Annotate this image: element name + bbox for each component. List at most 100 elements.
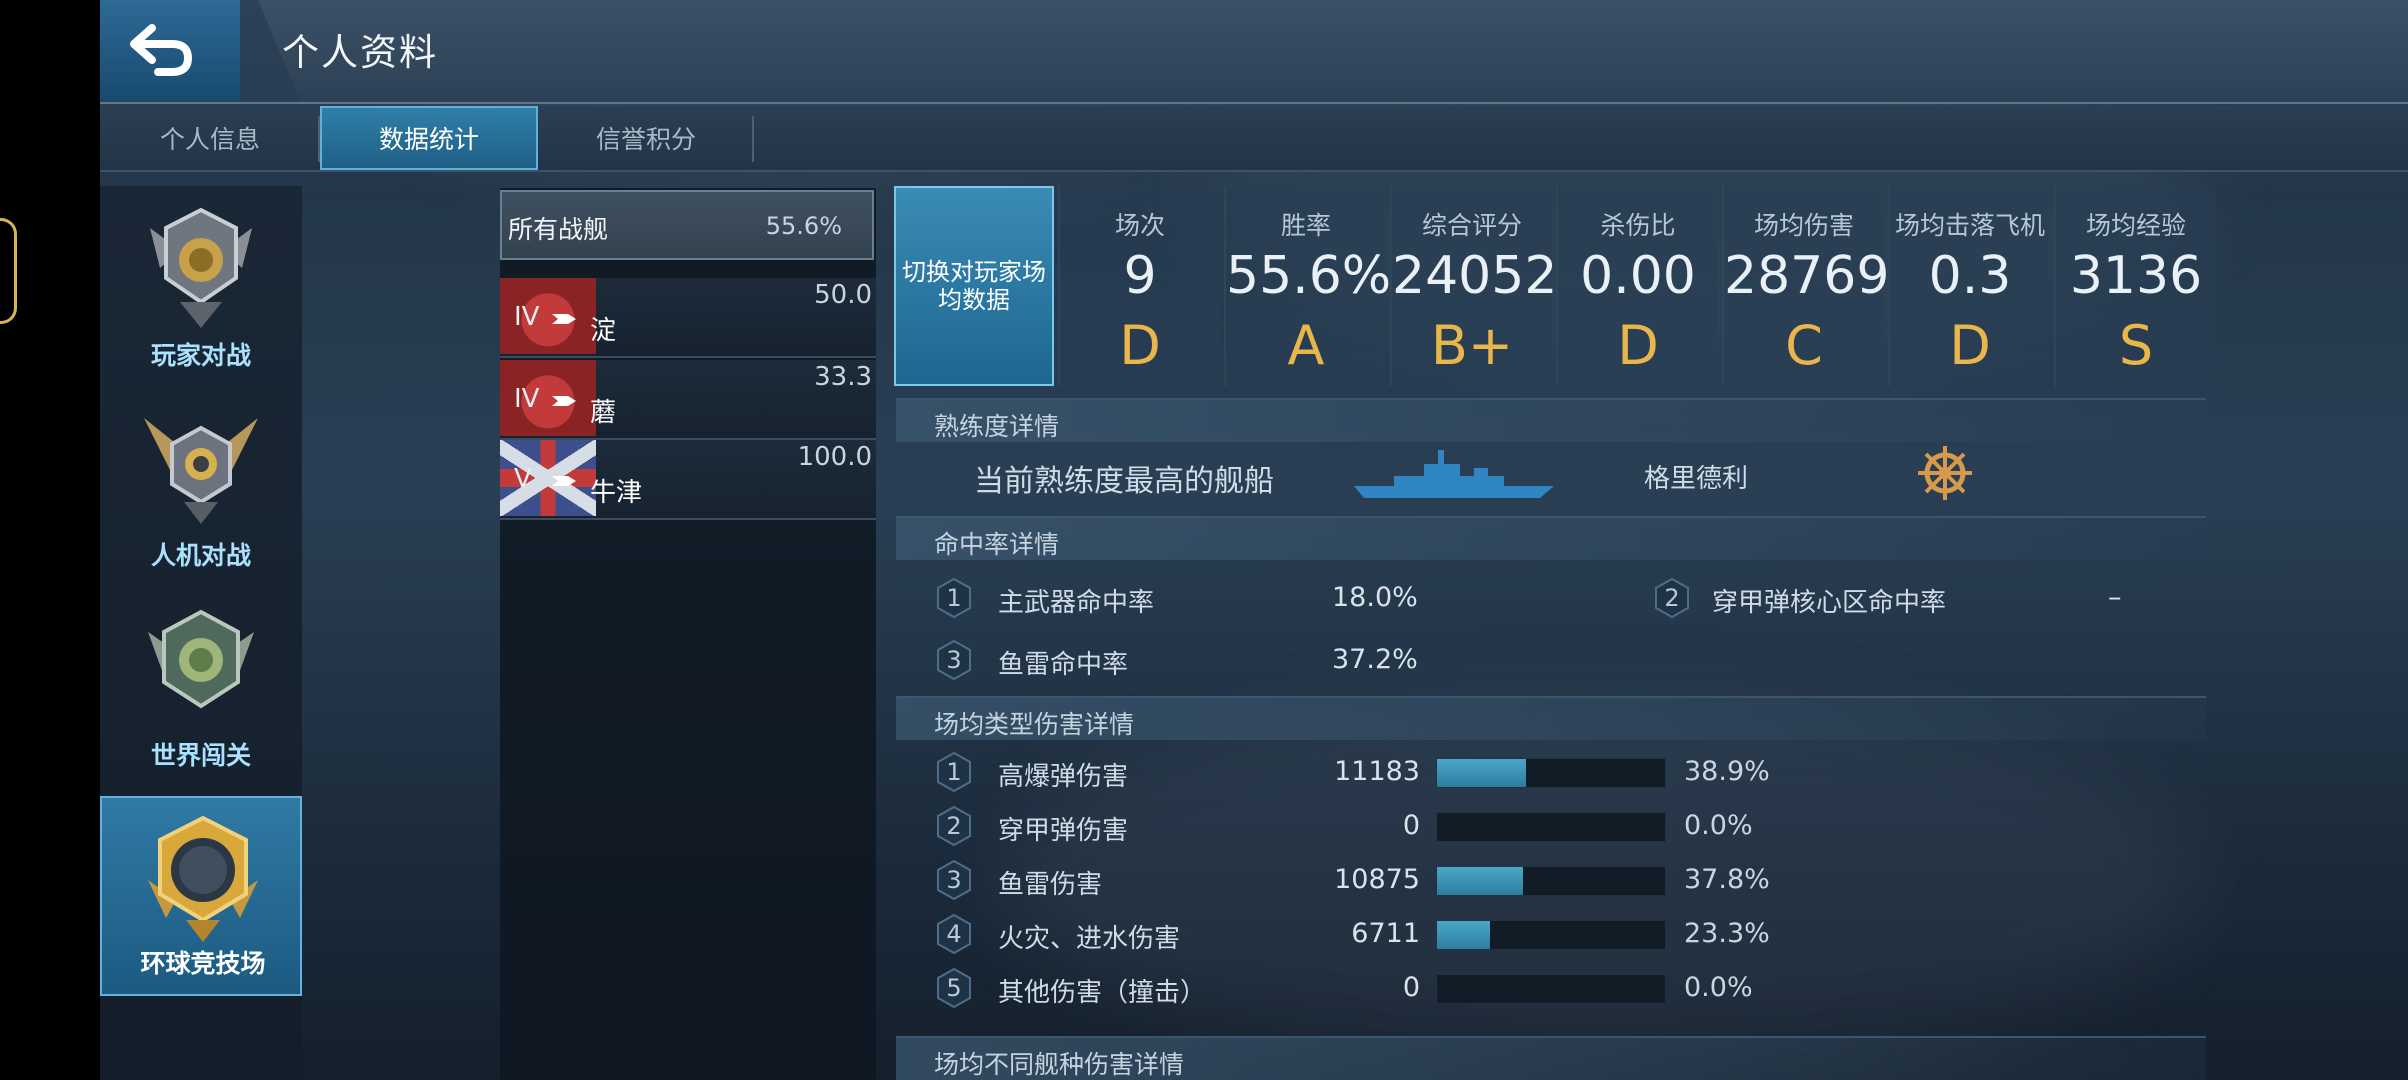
stat-grade: D bbox=[1949, 314, 1991, 377]
number-badge: 3 bbox=[936, 640, 972, 680]
ship-row[interactable]: IV 淀 50.0 bbox=[500, 278, 876, 358]
page-title: 个人资料 bbox=[282, 31, 438, 74]
destroyer-class-icon bbox=[552, 314, 576, 324]
badge-number: 3 bbox=[946, 646, 962, 674]
tab-reputation[interactable]: 信誉积分 bbox=[540, 106, 752, 170]
tab-bar: 个人信息 数据统计 信誉积分 bbox=[100, 106, 2408, 172]
damage-value: 0 bbox=[1402, 972, 1420, 1003]
damage-label: 火灾、进水伤害 bbox=[998, 924, 1181, 954]
accuracy-value: – bbox=[2108, 582, 2122, 613]
section-proficiency: 熟练度详情 bbox=[896, 398, 2206, 442]
mode-label: 世界闯关 bbox=[150, 741, 251, 770]
section-title: 命中率详情 bbox=[934, 530, 1060, 559]
all-ships-item[interactable]: 所有战舰 55.6% bbox=[500, 190, 874, 260]
tab-personal-info[interactable]: 个人信息 bbox=[100, 106, 320, 170]
global-arena-emblem-icon bbox=[148, 815, 258, 942]
proficiency-ship-name: 格里德利 bbox=[1644, 464, 1749, 494]
stat-value: 3136 bbox=[2069, 246, 2203, 306]
section-accuracy: 命中率详情 bbox=[896, 516, 2206, 560]
number-badge: 1 bbox=[936, 578, 972, 618]
damage-label: 穿甲弹伤害 bbox=[998, 816, 1129, 846]
stat-value: 0.3 bbox=[1928, 246, 2012, 306]
damage-bar-fill bbox=[1437, 759, 1526, 787]
stat-kd-ratio: 杀伤比 0.00 D bbox=[1556, 186, 1718, 386]
mode-label: 环球竞技场 bbox=[140, 949, 266, 978]
accuracy-value: 18.0% bbox=[1332, 582, 1418, 613]
accuracy-label: 穿甲弹核心区命中率 bbox=[1712, 588, 1947, 618]
section-ship-type-damage: 场均不同舰种伤害详情 bbox=[896, 1036, 2206, 1080]
mode-pvp[interactable]: 玩家对战 bbox=[100, 186, 302, 386]
ship-winrate: 33.3 bbox=[814, 362, 872, 392]
damage-bar bbox=[1436, 812, 1666, 842]
stat-battles: 场次 9 D bbox=[1058, 186, 1220, 386]
section-damage-types: 场均类型伤害详情 bbox=[896, 696, 2206, 740]
tab-label: 个人信息 bbox=[159, 125, 260, 154]
damage-bar-fill bbox=[1437, 921, 1490, 949]
damage-value: 6711 bbox=[1351, 918, 1420, 949]
stat-value: 28769 bbox=[1724, 246, 1890, 306]
mode-pve[interactable]: 人机对战 bbox=[100, 386, 302, 586]
damage-percent: 23.3% bbox=[1684, 918, 1770, 949]
mode-world[interactable]: 世界闯关 bbox=[100, 586, 302, 786]
stat-grade: S bbox=[2118, 314, 2154, 377]
destroyer-class-icon bbox=[552, 396, 576, 406]
tab-divider bbox=[752, 116, 754, 162]
ship-silhouette-icon bbox=[1354, 450, 1554, 498]
world-emblem-icon bbox=[148, 609, 254, 709]
section-title: 熟练度详情 bbox=[934, 412, 1060, 441]
top-bar: 个人资料 bbox=[100, 0, 2408, 104]
damage-bar-fill bbox=[1437, 867, 1523, 895]
ship-name: 蘑 bbox=[590, 398, 617, 428]
stat-avg-exp: 场均经验 3136 S bbox=[2054, 186, 2216, 386]
helm-icon bbox=[1918, 446, 1972, 500]
mode-sidebar: 玩家对战 人机对战 世界闯关 环球竞技场 bbox=[100, 186, 302, 1080]
damage-percent: 37.8% bbox=[1684, 864, 1770, 895]
damage-bar bbox=[1436, 866, 1666, 896]
switch-data-button[interactable]: 切换对玩家场均数据 bbox=[894, 186, 1054, 386]
damage-percent: 38.9% bbox=[1684, 756, 1770, 787]
number-badge: 4 bbox=[936, 914, 972, 954]
ship-winrate: 100.0 bbox=[797, 442, 872, 472]
destroyer-class-icon bbox=[552, 476, 576, 486]
stat-label: 杀伤比 bbox=[1600, 211, 1676, 240]
damage-bar bbox=[1436, 758, 1666, 788]
damage-percent: 0.0% bbox=[1684, 972, 1753, 1003]
screen-edge bbox=[0, 0, 100, 1080]
stat-label: 场次 bbox=[1114, 211, 1165, 240]
switch-data-label: 切换对玩家场均数据 bbox=[902, 258, 1046, 314]
ship-row[interactable]: IV 蘑 33.3 bbox=[500, 360, 876, 440]
stat-grade: A bbox=[1287, 314, 1325, 377]
number-badge: 2 bbox=[936, 806, 972, 846]
stat-value: 9 bbox=[1123, 246, 1157, 306]
ship-name: 淀 bbox=[590, 316, 617, 346]
mode-global-arena[interactable]: 环球竞技场 bbox=[100, 796, 302, 996]
badge-number: 3 bbox=[946, 866, 962, 894]
stat-avg-damage: 场均伤害 28769 C bbox=[1722, 186, 1890, 386]
stat-winrate: 胜率 55.6% A bbox=[1224, 186, 1391, 386]
accuracy-label: 主武器命中率 bbox=[998, 588, 1155, 618]
badge-number: 1 bbox=[946, 584, 962, 612]
mode-label: 玩家对战 bbox=[150, 341, 251, 370]
ship-tier: V bbox=[514, 464, 532, 494]
proficiency-label: 当前熟练度最高的舰船 bbox=[974, 464, 1274, 499]
number-badge: 1 bbox=[936, 752, 972, 792]
stat-label: 场均伤害 bbox=[1753, 211, 1854, 240]
tab-label: 信誉积分 bbox=[595, 125, 696, 154]
pvp-emblem-icon bbox=[150, 207, 252, 328]
number-badge: 5 bbox=[936, 968, 972, 1008]
damage-label: 高爆弹伤害 bbox=[998, 762, 1129, 792]
stat-grade: D bbox=[1617, 314, 1659, 377]
stat-label: 胜率 bbox=[1280, 211, 1331, 240]
stat-label: 综合评分 bbox=[1421, 211, 1522, 240]
badge-number: 5 bbox=[946, 974, 962, 1002]
damage-value: 10875 bbox=[1334, 864, 1420, 895]
badge-number: 2 bbox=[1664, 584, 1680, 612]
damage-value: 11183 bbox=[1334, 756, 1420, 787]
back-button[interactable] bbox=[100, 0, 243, 100]
tab-data-stats[interactable]: 数据统计 bbox=[320, 106, 538, 170]
ship-row[interactable]: V 牛津 100.0 bbox=[500, 440, 876, 520]
app-window: 个人资料 个人信息 数据统计 信誉积分 玩家对战 人机对战 世界闯关 环球竞技场… bbox=[100, 0, 2408, 1080]
number-badge: 3 bbox=[936, 860, 972, 900]
ship-tier: IV bbox=[514, 302, 540, 332]
all-ships-label: 所有战舰 bbox=[508, 215, 609, 244]
